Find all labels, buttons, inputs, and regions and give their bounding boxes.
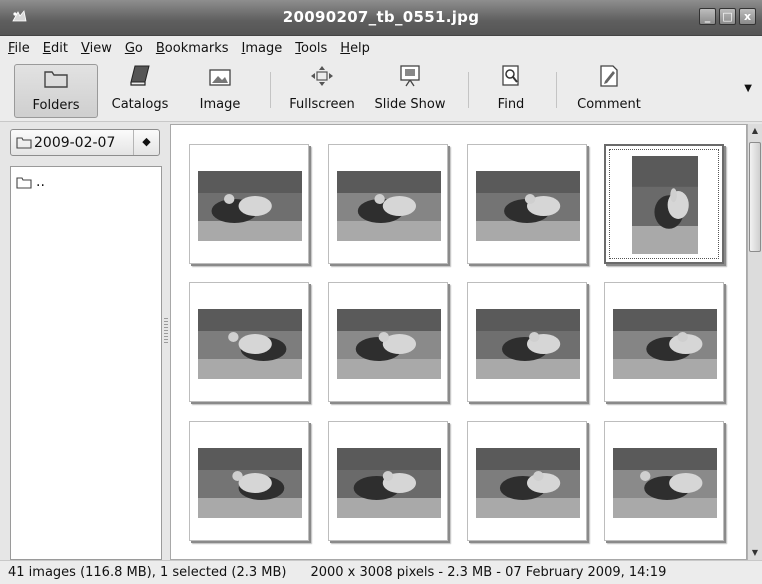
menu-go[interactable]: Go (125, 41, 143, 56)
menu-image[interactable]: Image (242, 41, 283, 56)
menu-help[interactable]: Help (340, 41, 370, 56)
folders-label: Folders (32, 98, 80, 113)
status-summary: 41 images (116.8 MB), 1 selected (2.3 MB… (8, 565, 287, 580)
comment-icon (596, 64, 622, 92)
thumbnail-grid (170, 124, 747, 560)
fullscreen-label: Fullscreen (289, 97, 355, 112)
menu-bar: File Edit View Go Bookmarks Image Tools … (0, 36, 762, 60)
thumbnail[interactable] (604, 144, 724, 264)
thumbnail-image (198, 309, 302, 379)
thumbnail-image (613, 448, 717, 518)
find-icon (498, 64, 524, 92)
thumbnail[interactable] (189, 421, 309, 541)
thumbnail[interactable] (604, 421, 724, 541)
folder-icon (16, 136, 32, 149)
pane-resize-handle[interactable] (164, 318, 168, 344)
comment-label: Comment (577, 97, 641, 112)
thumbnail[interactable] (189, 282, 309, 402)
toolbar-separator (556, 72, 557, 108)
find-button[interactable]: Find (484, 64, 538, 118)
folder-icon (43, 67, 69, 93)
scroll-up-icon[interactable]: ▲ (748, 124, 762, 138)
comment-button[interactable]: Comment (570, 64, 648, 118)
scrollbar-thumb[interactable] (749, 142, 761, 252)
thumbnail-image (337, 171, 441, 241)
window-title: 20090207_tb_0551.jpg (282, 8, 480, 26)
thumbnail[interactable] (328, 144, 448, 264)
folder-list-item-label: .. (36, 174, 45, 190)
thumbnail[interactable] (328, 282, 448, 402)
catalogs-button[interactable]: Catalogs (104, 64, 176, 118)
image-button[interactable]: Image (188, 64, 252, 118)
toolbar-separator (270, 72, 271, 108)
folder-list: .. (10, 166, 162, 560)
close-button[interactable]: x (739, 8, 756, 25)
slideshow-label: Slide Show (374, 97, 446, 112)
folders-button[interactable]: Folders (14, 64, 98, 118)
slideshow-button[interactable]: Slide Show (366, 64, 454, 118)
image-label: Image (199, 97, 241, 112)
thumbnail-image (613, 309, 717, 379)
folder-list-item[interactable]: .. (11, 167, 161, 197)
thumbnail-image (198, 171, 302, 241)
title-bar[interactable]: 20090207_tb_0551.jpg _ □ x (0, 0, 762, 36)
thumbnail-image (632, 156, 698, 254)
menu-file[interactable]: File (8, 41, 30, 56)
folder-icon (16, 176, 32, 189)
thumbnail-image (198, 448, 302, 518)
status-image-info: 2000 x 3008 pixels - 2.3 MB - 07 Februar… (310, 565, 667, 580)
find-label: Find (497, 97, 525, 112)
thumbnail-image (476, 171, 580, 241)
menu-tools[interactable]: Tools (295, 41, 327, 56)
thumbnail-image (476, 448, 580, 518)
fullscreen-icon (309, 64, 335, 92)
toolbar-separator (468, 72, 469, 108)
folder-combobox-value: 2009-02-07 (34, 134, 116, 151)
menu-edit[interactable]: Edit (43, 41, 68, 56)
spin-arrows-icon[interactable]: ◆ (133, 130, 159, 155)
fullscreen-button[interactable]: Fullscreen (282, 64, 362, 118)
menu-view[interactable]: View (81, 41, 112, 56)
folder-combobox[interactable]: 2009-02-07 ◆ (10, 129, 160, 156)
toolbar-overflow-icon[interactable]: ▼ (744, 83, 752, 94)
catalogs-label: Catalogs (111, 97, 169, 112)
book-icon (127, 64, 153, 92)
thumbnail[interactable] (467, 282, 587, 402)
scroll-down-icon[interactable]: ▼ (748, 546, 762, 560)
image-icon (207, 66, 233, 92)
thumbnail[interactable] (189, 144, 309, 264)
vertical-scrollbar[interactable]: ▲ ▼ (747, 124, 762, 560)
thumbnail[interactable] (328, 421, 448, 541)
minimize-button[interactable]: _ (699, 8, 716, 25)
thumbnail-image (476, 309, 580, 379)
maximize-button[interactable]: □ (719, 8, 736, 25)
thumbnail-image (337, 309, 441, 379)
menu-bookmarks[interactable]: Bookmarks (156, 41, 229, 56)
thumbnail-image (337, 448, 441, 518)
toolbar: Folders Catalogs Image Fullscreen Slide … (0, 60, 762, 122)
thumbnail[interactable] (604, 282, 724, 402)
thumbnail[interactable] (467, 144, 587, 264)
thumbnail[interactable] (467, 421, 587, 541)
status-bar: 41 images (116.8 MB), 1 selected (2.3 MB… (0, 560, 762, 584)
slideshow-icon (397, 64, 423, 92)
